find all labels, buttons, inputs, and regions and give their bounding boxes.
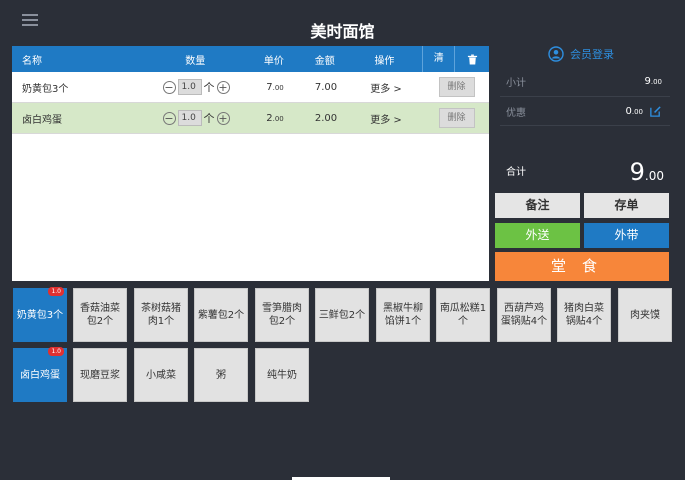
decrease-button[interactable]: − (162, 80, 176, 94)
product-name: 粥 (216, 369, 226, 381)
quantity-badge: 1.0 (48, 347, 64, 356)
product-tile[interactable]: 雪笋腊肉包2个 (255, 288, 309, 342)
product-tile[interactable]: 黑椒牛柳馅饼1个 (376, 288, 430, 342)
note-button[interactable]: 备注 (495, 193, 580, 218)
column-header-qty: 数量 (185, 55, 206, 67)
product-tile[interactable]: 南瓜松糕1个 (436, 288, 490, 342)
quantity-stepper: − 1.0 个 + (146, 110, 246, 126)
item-name: 卤白鸡蛋 (22, 114, 62, 126)
increase-button[interactable]: + (216, 111, 230, 125)
product-tile[interactable]: 茶树菇猪肉1个 (134, 288, 188, 342)
amount: 7.00 (314, 81, 338, 93)
product-tile[interactable]: 纯牛奶 (255, 348, 309, 402)
product-name: 肉夹馍 (630, 309, 660, 321)
quantity-badge: 1.0 (48, 287, 64, 296)
subtotal-row: 小计 9.00 (506, 74, 662, 89)
more-link[interactable]: 更多 > (348, 80, 424, 95)
divider (500, 96, 670, 97)
unit-price: 2.00 (246, 113, 304, 124)
total-row: 合计 9.00 (506, 158, 664, 186)
delete-button[interactable]: 删除 (438, 77, 475, 97)
product-tile[interactable]: 小咸菜 (134, 348, 188, 402)
order-table-header: 名称 数量 单价 金额 操作 清 (12, 46, 489, 72)
divider (500, 125, 670, 126)
product-tile[interactable]: 奶黄包3个 1.0 (13, 287, 67, 342)
product-tile[interactable]: 粥 (194, 348, 248, 402)
total-label: 合计 (506, 167, 526, 178)
save-order-button[interactable]: 存单 (584, 193, 669, 218)
table-row[interactable]: 卤白鸡蛋 − 1.0 个 + 2.00 2.00 更多 > 删除 (12, 103, 489, 134)
product-name: 香菇油菜包2个 (80, 303, 120, 327)
total-dec: .00 (644, 169, 664, 183)
product-name: 黑椒牛柳馅饼1个 (383, 303, 423, 327)
product-tile[interactable]: 紫薯包2个 (194, 288, 248, 342)
subtotal-value: 9.00 (644, 76, 662, 87)
amount: 2.00 (314, 112, 338, 124)
page-title: 美时面馆 (310, 22, 375, 41)
member-login-button[interactable]: 会员登录 (548, 46, 614, 62)
dine-in-button[interactable]: 堂食 (495, 252, 669, 281)
decrease-button[interactable]: − (162, 111, 176, 125)
subtotal-dec: .00 (650, 78, 662, 86)
product-name: 三鲜包2个 (318, 309, 366, 321)
member-login-label: 会员登录 (570, 48, 614, 61)
product-tile[interactable]: 香菇油菜包2个 (73, 288, 127, 342)
discount-value: 0.00 (625, 105, 662, 118)
more-link[interactable]: 更多 > (348, 111, 424, 126)
unit-price: 7.00 (246, 82, 304, 93)
product-tile[interactable]: 肉夹馍 (618, 288, 672, 342)
product-name: 西葫芦鸡蛋锅贴4个 (500, 303, 548, 327)
product-tile[interactable]: 现磨豆浆 (73, 348, 127, 402)
order-table: 名称 数量 单价 金额 操作 清 奶黄包3个 − 1.0 个 + 7.00 7.… (12, 46, 489, 281)
quantity-stepper: − 1.0 个 + (146, 79, 246, 95)
total-value: 9.00 (630, 158, 664, 186)
product-name: 雪笋腊肉包2个 (262, 303, 302, 327)
price-dec: .00 (272, 114, 284, 123)
increase-button[interactable]: + (216, 80, 230, 94)
delivery-button[interactable]: 外送 (495, 223, 580, 248)
column-header-price: 单价 (263, 55, 284, 67)
edit-icon[interactable] (649, 105, 662, 118)
quantity-input[interactable]: 1.0 (177, 110, 202, 126)
product-name: 茶树菇猪肉1个 (141, 303, 181, 327)
quantity-input[interactable]: 1.0 (177, 79, 202, 95)
trash-icon[interactable] (454, 46, 489, 72)
product-name: 奶黄包3个 (16, 309, 64, 321)
column-header-amount: 金额 (314, 55, 335, 67)
takeaway-button[interactable]: 外带 (584, 223, 669, 248)
user-icon (548, 46, 564, 62)
product-tile[interactable]: 三鲜包2个 (315, 288, 369, 342)
column-header-name: 名称 (22, 55, 42, 67)
delete-button[interactable]: 删除 (438, 108, 475, 128)
price-dec: .00 (272, 83, 284, 92)
unit-label: 个 (203, 112, 215, 125)
subtotal-label: 小计 (506, 78, 526, 89)
product-tile[interactable]: 猪肉白菜锅贴4个 (557, 288, 611, 342)
product-name: 纯牛奶 (267, 369, 297, 381)
total-int: 9 (629, 158, 645, 186)
discount-row: 优惠 0.00 (506, 104, 662, 119)
product-name: 卤白鸡蛋 (20, 369, 60, 381)
product-name: 南瓜松糕1个 (439, 303, 487, 327)
column-header-ops: 操作 (374, 55, 395, 67)
product-name: 现磨豆浆 (80, 369, 120, 381)
product-tile[interactable]: 西葫芦鸡蛋锅贴4个 (497, 288, 551, 342)
product-tile[interactable]: 卤白鸡蛋 1.0 (13, 347, 67, 402)
product-name: 猪肉白菜锅贴4个 (564, 303, 604, 327)
table-row[interactable]: 奶黄包3个 − 1.0 个 + 7.00 7.00 更多 > 删除 (12, 72, 489, 103)
unit-label: 个 (203, 81, 215, 94)
product-name: 紫薯包2个 (197, 309, 245, 321)
discount-dec: .00 (631, 108, 643, 116)
discount-label: 优惠 (506, 108, 526, 119)
product-name: 小咸菜 (146, 369, 176, 381)
clear-button[interactable]: 清 (422, 46, 454, 72)
item-name: 奶黄包3个 (22, 83, 69, 95)
